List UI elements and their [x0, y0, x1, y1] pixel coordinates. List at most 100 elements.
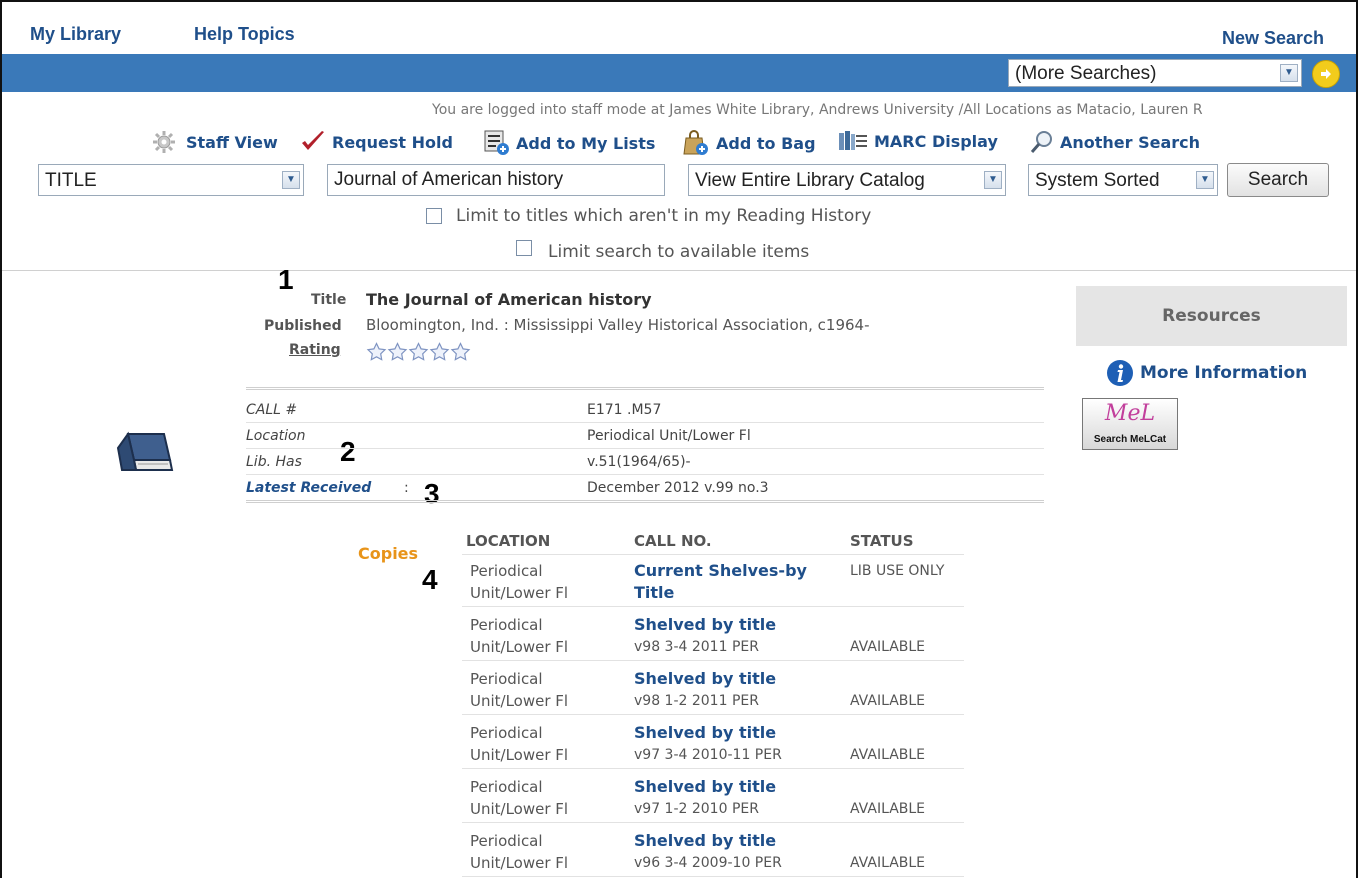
- copy-location: Periodical Unit/Lower Fl: [470, 832, 569, 872]
- chevron-down-icon: ▼: [984, 171, 1002, 189]
- chevron-down-icon: ▼: [1196, 171, 1214, 189]
- copy-row: Periodical Unit/Lower Fl Shelved by title…: [462, 772, 964, 823]
- holdings-row: CALL # E171 .M57: [246, 398, 1044, 423]
- more-searches-select[interactable]: (More Searches) ▼: [1008, 59, 1302, 87]
- published-label: Published: [264, 318, 342, 334]
- add-to-bag-button[interactable]: Add to Bag: [682, 130, 816, 156]
- holdings-label: CALL #: [246, 402, 298, 418]
- col-callno-header: CALL NO.: [634, 532, 712, 550]
- search-scope-value: View Entire Library Catalog: [695, 169, 925, 191]
- divider: [2, 270, 1356, 271]
- melcat-label: Search MeLCat: [1093, 434, 1167, 445]
- copy-callno-detail: v96 3-4 2009-10 PER: [634, 855, 782, 871]
- holdings-label: Lib. Has: [246, 454, 302, 470]
- add-to-bag-label: Add to Bag: [716, 133, 816, 153]
- published-value: Bloomington, Ind. : Mississippi Valley H…: [366, 316, 870, 334]
- star-icon[interactable]: [408, 342, 429, 362]
- gear-icon: [153, 131, 175, 153]
- add-to-lists-button[interactable]: Add to My Lists: [484, 130, 655, 156]
- holdings-value: Periodical Unit/Lower Fl: [587, 428, 751, 444]
- copy-status: AVAILABLE: [850, 855, 926, 871]
- sort-value: System Sorted: [1035, 169, 1160, 191]
- arrow-right-icon: [1321, 69, 1331, 79]
- divider: [246, 387, 1044, 390]
- more-information-link[interactable]: More Information: [1106, 359, 1307, 387]
- copy-status: AVAILABLE: [850, 639, 926, 655]
- copy-callno-link[interactable]: Shelved by title: [634, 830, 834, 852]
- staff-view-button[interactable]: Staff View: [152, 130, 278, 154]
- another-search-label: Another Search: [1060, 132, 1201, 152]
- search-field-type-value: TITLE: [45, 169, 97, 191]
- copy-row: Periodical Unit/Lower Fl Shelved by title…: [462, 826, 964, 877]
- callout-4: 4: [422, 564, 438, 595]
- callout-1: 1: [278, 264, 294, 295]
- holdings-value: v.51(1964/65)-: [587, 454, 691, 470]
- magnifier-icon: [1030, 131, 1052, 153]
- more-searches-value: (More Searches): [1015, 62, 1157, 84]
- copy-callno-detail: v98 1-2 2011 PER: [634, 693, 759, 709]
- star-icon[interactable]: [366, 342, 387, 362]
- search-scope-select[interactable]: View Entire Library Catalog ▼: [688, 164, 1006, 196]
- marc-display-label: MARC Display: [874, 131, 998, 151]
- marc-display-button[interactable]: MARC Display: [838, 130, 998, 152]
- another-search-button[interactable]: Another Search: [1030, 130, 1200, 154]
- info-icon: [1107, 360, 1133, 386]
- holdings-row: Lib. Has v.51(1964/65)-: [246, 450, 1044, 475]
- star-icon[interactable]: [429, 342, 450, 362]
- copy-location: Periodical Unit/Lower Fl: [470, 778, 569, 818]
- copy-location: Periodical Unit/Lower Fl: [470, 616, 569, 656]
- search-query-input[interactable]: [327, 164, 665, 196]
- more-information-label: More Information: [1140, 363, 1308, 383]
- chevron-down-icon: ▼: [282, 171, 300, 189]
- holdings-label: Location: [246, 428, 306, 444]
- melcat-logo: MeL: [1104, 401, 1156, 426]
- limit-available-label: Limit search to available items: [548, 242, 810, 262]
- latest-received-link[interactable]: Latest Received: [246, 480, 371, 496]
- col-status-header: STATUS: [850, 532, 914, 550]
- latest-received-sep: :: [404, 480, 409, 496]
- copy-status: LIB USE ONLY: [850, 563, 945, 579]
- copy-status: AVAILABLE: [850, 801, 926, 817]
- copy-status: AVAILABLE: [850, 747, 926, 763]
- limit-history-label: Limit to titles which aren't in my Readi…: [456, 206, 872, 226]
- search-field-type-select[interactable]: TITLE ▼: [38, 164, 304, 196]
- star-icon[interactable]: [450, 342, 471, 362]
- chevron-down-icon: ▼: [1280, 64, 1298, 82]
- go-arrow-icon[interactable]: [1312, 60, 1340, 88]
- new-search-link[interactable]: New Search: [1222, 28, 1324, 49]
- book-icon: [114, 430, 174, 478]
- add-to-lists-label: Add to My Lists: [516, 133, 656, 153]
- rating-label[interactable]: Rating: [289, 342, 341, 358]
- copy-callno-detail: v98 3-4 2011 PER: [634, 639, 759, 655]
- search-button[interactable]: Search: [1227, 163, 1329, 197]
- request-hold-label: Request Hold: [332, 132, 453, 152]
- limit-history-checkbox[interactable]: [426, 208, 442, 224]
- copy-callno-link[interactable]: Current Shelves-by Title: [634, 560, 834, 604]
- copy-location: Periodical Unit/Lower Fl: [470, 724, 569, 764]
- copy-status: AVAILABLE: [850, 693, 926, 709]
- staff-view-label: Staff View: [186, 132, 278, 152]
- add-list-icon: [484, 130, 509, 155]
- rating-stars[interactable]: [366, 342, 471, 362]
- request-hold-button[interactable]: Request Hold: [300, 130, 453, 154]
- bag-icon: [683, 130, 708, 155]
- holdings-row: Location Periodical Unit/Lower Fl: [246, 424, 1044, 449]
- copy-callno-link[interactable]: Shelved by title: [634, 776, 834, 798]
- my-library-link[interactable]: My Library: [30, 24, 121, 45]
- copy-callno-link[interactable]: Shelved by title: [634, 722, 834, 744]
- sort-select[interactable]: System Sorted ▼: [1028, 164, 1218, 196]
- copy-row: Periodical Unit/Lower Fl Shelved by title…: [462, 664, 964, 715]
- copies-header-row: LOCATION CALL NO. STATUS: [462, 530, 964, 555]
- checkmark-icon: [302, 131, 324, 150]
- star-icon[interactable]: [387, 342, 408, 362]
- limit-available-checkbox[interactable]: [516, 240, 532, 256]
- copy-callno-link[interactable]: Shelved by title: [634, 668, 834, 690]
- holdings-value: E171 .M57: [587, 402, 662, 418]
- resources-heading: Resources: [1076, 286, 1347, 346]
- copy-row: Periodical Unit/Lower Fl Shelved by title…: [462, 718, 964, 769]
- copy-location: Periodical Unit/Lower Fl: [470, 562, 569, 602]
- copy-location: Periodical Unit/Lower Fl: [470, 670, 569, 710]
- help-topics-link[interactable]: Help Topics: [194, 24, 295, 45]
- copy-callno-link[interactable]: Shelved by title: [634, 614, 834, 636]
- search-melcat-button[interactable]: MeL Search MeLCat: [1082, 398, 1178, 450]
